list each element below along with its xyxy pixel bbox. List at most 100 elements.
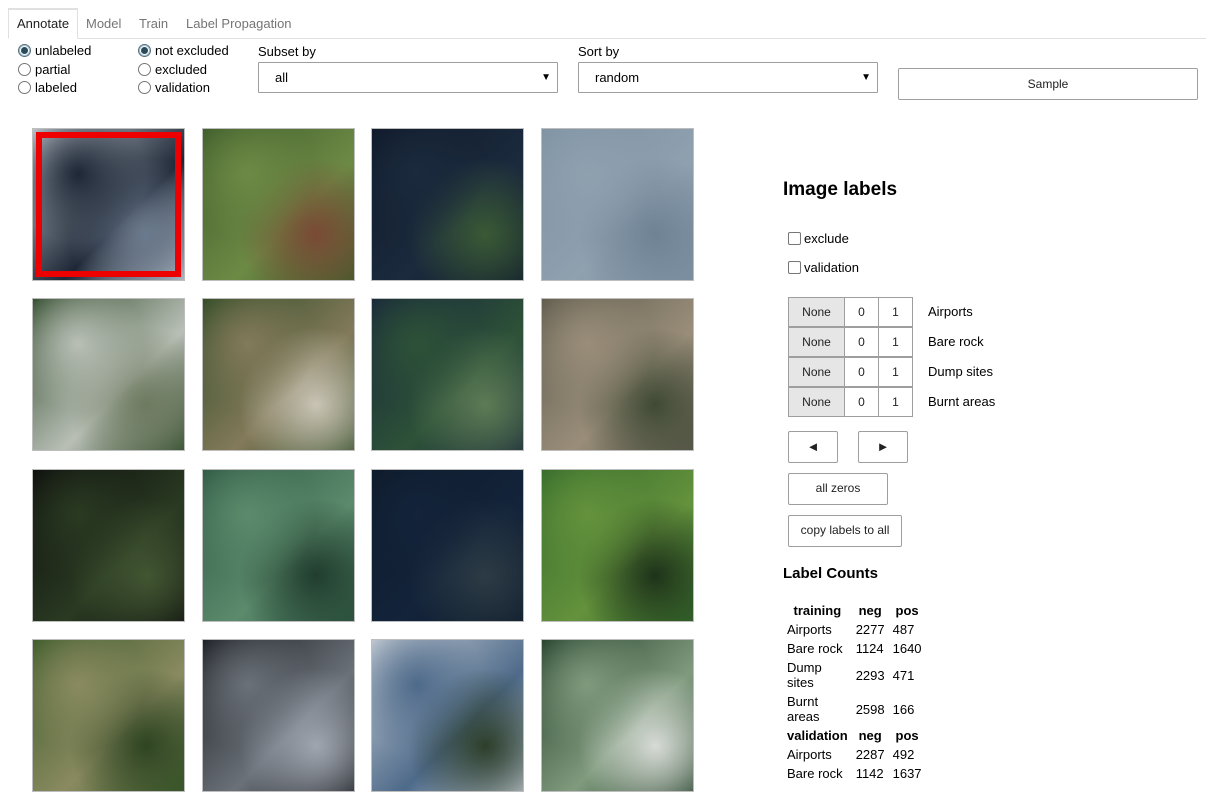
image-thumbnail[interactable] xyxy=(371,128,524,281)
image-thumbnail[interactable] xyxy=(202,639,355,792)
image-thumbnail[interactable] xyxy=(202,469,355,622)
image-thumbnail[interactable] xyxy=(32,469,185,622)
checkbox-box[interactable] xyxy=(788,261,801,274)
counts-row: Airports 2287 492 xyxy=(783,745,926,764)
label-toggle-0[interactable]: 0 xyxy=(844,327,879,357)
validation-checkbox[interactable]: validation xyxy=(788,260,859,275)
counts-header-cell: pos xyxy=(895,728,919,743)
counts-header-row: training neg pos xyxy=(783,601,926,620)
radio-button[interactable] xyxy=(138,62,151,76)
radio-not-excluded[interactable]: not excluded xyxy=(138,41,229,59)
dropdown-caret-icon: ▼ xyxy=(541,72,551,83)
class-name-label: Airports xyxy=(928,304,973,319)
radio-partial[interactable]: partial xyxy=(18,60,70,78)
class-name-label: Bare rock xyxy=(928,334,984,349)
validation-label: validation xyxy=(804,260,859,275)
sample-button[interactable]: Sample xyxy=(898,68,1198,100)
image-thumbnail[interactable] xyxy=(371,639,524,792)
counts-value-cell: 1637 xyxy=(892,766,922,781)
subset-by-label: Subset by xyxy=(258,44,316,59)
label-toggle-0[interactable]: 0 xyxy=(844,357,879,387)
label-toggle-1[interactable]: 1 xyxy=(878,357,913,387)
image-thumbnail[interactable] xyxy=(371,469,524,622)
counts-value-cell: 166 xyxy=(892,701,915,717)
label-toggle-0[interactable]: 0 xyxy=(844,387,879,417)
label-counts-title: Label Counts xyxy=(783,565,879,582)
counts-class-cell: Airports xyxy=(787,747,832,762)
radio-button[interactable] xyxy=(18,62,31,76)
exclude-label: exclude xyxy=(804,231,849,246)
counts-row: Dump sites 2293 471 xyxy=(783,658,926,692)
counts-class-cell: Bare rock xyxy=(787,766,843,781)
exclude-checkbox[interactable]: exclude xyxy=(788,231,849,246)
counts-class-cell: Airports xyxy=(787,622,832,637)
tab-annotate[interactable]: Annotate xyxy=(8,8,79,39)
class-name-label: Burnt areas xyxy=(928,394,996,409)
image-thumbnail[interactable] xyxy=(202,298,355,451)
radio-label: not excluded xyxy=(155,42,229,58)
radio-excluded[interactable]: excluded xyxy=(138,60,207,78)
counts-value-cell: 1124 xyxy=(855,641,884,656)
radio-label: labeled xyxy=(35,79,77,95)
image-thumbnail[interactable] xyxy=(32,128,185,281)
tab-model[interactable]: Model xyxy=(78,8,129,39)
tab-train[interactable]: Train xyxy=(131,8,176,39)
counts-value-cell: 1142 xyxy=(855,766,884,781)
counts-class-cell: Burnt areas xyxy=(787,694,820,724)
radio-button[interactable] xyxy=(138,43,151,57)
image-thumbnail[interactable] xyxy=(202,128,355,281)
sort-by-value: random xyxy=(595,70,640,85)
counts-value-cell: 2598 xyxy=(855,701,885,717)
image-thumbnail[interactable] xyxy=(32,639,185,792)
label-toggle-1[interactable]: 1 xyxy=(878,327,913,357)
subset-by-select[interactable]: all ▼ xyxy=(258,62,558,93)
label-toggle-1[interactable]: 1 xyxy=(878,297,913,327)
radio-label: partial xyxy=(35,61,71,77)
label-toggle-none[interactable]: None xyxy=(788,357,845,387)
next-image-button[interactable]: ► xyxy=(858,431,908,463)
label-toggle-none[interactable]: None xyxy=(788,297,845,327)
counts-class-cell: Dump sites xyxy=(787,660,822,690)
image-thumbnail[interactable] xyxy=(371,298,524,451)
sort-by-label: Sort by xyxy=(578,44,620,59)
label-counts-table: training neg pos Airports 2277 487 Bare rock 11… xyxy=(783,601,926,783)
image-thumbnail[interactable] xyxy=(541,639,694,792)
counts-value-cell: 471 xyxy=(892,667,915,683)
label-toggle-none[interactable]: None xyxy=(788,387,845,417)
image-thumbnail[interactable] xyxy=(541,298,694,451)
prev-image-button[interactable]: ◄ xyxy=(788,431,838,463)
tab-bar: Annotate Model Train Label Propagation xyxy=(8,8,1206,39)
counts-value-cell: 487 xyxy=(892,622,915,637)
sort-by-select[interactable]: random ▼ xyxy=(578,62,878,93)
radio-unlabeled[interactable]: unlabeled xyxy=(18,41,91,59)
radio-validation[interactable]: validation xyxy=(138,78,210,96)
counts-header-cell: training xyxy=(793,603,842,618)
label-toggle-1[interactable]: 1 xyxy=(878,387,913,417)
counts-value-cell: 2287 xyxy=(855,747,885,762)
counts-header-cell: neg xyxy=(858,728,882,743)
image-labels-title: Image labels xyxy=(783,179,898,200)
checkbox-box[interactable] xyxy=(788,232,801,245)
counts-row: Bare rock 1124 1640 xyxy=(783,639,926,658)
radio-labeled[interactable]: labeled xyxy=(18,78,77,96)
copy-labels-button[interactable]: copy labels to all xyxy=(788,515,902,547)
label-toggle-none[interactable]: None xyxy=(788,327,845,357)
radio-button[interactable] xyxy=(18,80,31,94)
counts-header-cell: neg xyxy=(858,603,882,618)
counts-value-cell: 492 xyxy=(892,747,915,762)
class-name-label: Dump sites xyxy=(928,364,994,379)
radio-label: excluded xyxy=(155,61,208,77)
label-toggle-0[interactable]: 0 xyxy=(844,297,879,327)
tab-label-propagation[interactable]: Label Propagation xyxy=(178,8,300,39)
all-zeros-button[interactable]: all zeros xyxy=(788,473,888,505)
counts-header-row: validation neg pos xyxy=(783,726,926,745)
radio-button[interactable] xyxy=(138,80,151,94)
counts-row: Airports 2277 487 xyxy=(783,620,926,639)
radio-label: unlabeled xyxy=(35,42,92,58)
counts-value-cell: 2293 xyxy=(855,667,885,683)
radio-button[interactable] xyxy=(18,43,31,57)
image-thumbnail[interactable] xyxy=(541,128,694,281)
image-thumbnail[interactable] xyxy=(541,469,694,622)
radio-label: validation xyxy=(155,79,210,95)
image-thumbnail[interactable] xyxy=(32,298,185,451)
